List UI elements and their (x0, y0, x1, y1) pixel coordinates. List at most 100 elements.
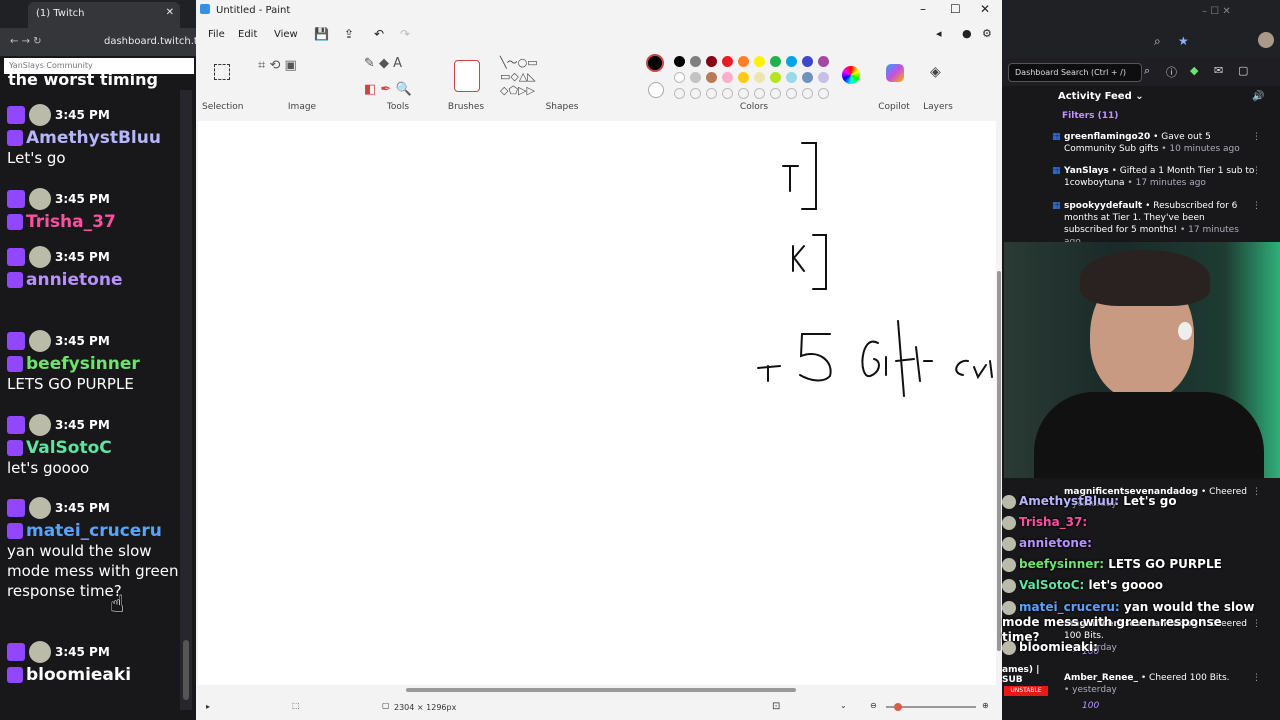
empty-color-slot[interactable] (690, 88, 701, 99)
chat-scrollbar[interactable] (180, 90, 192, 710)
pencil-icon[interactable]: ✎ ◆ A (364, 56, 402, 71)
color-swatch[interactable] (722, 72, 733, 83)
window-controls[interactable]: – ☐ ✕ (1202, 6, 1231, 17)
more-icon[interactable]: ⋮ (1252, 131, 1261, 143)
account-icon[interactable]: ● (962, 27, 972, 40)
empty-color-slot[interactable] (786, 88, 797, 99)
maximize-icon[interactable]: ☐ (950, 2, 961, 16)
copilot-icon[interactable] (886, 64, 904, 82)
activity-feed-header[interactable]: Activity Feed ⌄ 🔊 (1002, 88, 1280, 108)
eraser-icon[interactable]: ◧ ✒ 🔍 (364, 82, 412, 97)
search-icon[interactable]: ⌕ (1144, 64, 1150, 78)
color-swatch[interactable] (738, 56, 749, 67)
settings-icon[interactable]: ⚙ (982, 27, 992, 40)
empty-color-slot[interactable] (770, 88, 781, 99)
close-icon[interactable]: ✕ (980, 2, 990, 16)
color-swatch[interactable] (690, 72, 701, 83)
horizontal-scrollbar[interactable] (198, 686, 996, 694)
username-text[interactable]: AmethystBluu (26, 128, 161, 148)
back-icon[interactable]: ← (10, 36, 18, 47)
color2-swatch[interactable] (648, 82, 664, 98)
message-username[interactable]: beefysinner (7, 354, 182, 374)
message-username[interactable]: bloomieaki (7, 665, 182, 685)
color-swatch[interactable] (706, 56, 717, 67)
whispers-icon[interactable]: ▢ (1238, 64, 1248, 77)
activity-user[interactable]: Amber_Renee_ (1064, 673, 1138, 683)
menu-file[interactable]: File (208, 29, 225, 40)
empty-color-slot[interactable] (738, 88, 749, 99)
drawing-canvas[interactable] (198, 121, 996, 685)
activity-item[interactable]: ▦ greenflamingo20 • Gave out 5 Community … (1052, 131, 1261, 155)
username-text[interactable]: ValSotoC (26, 438, 112, 458)
notification-icon[interactable]: ◂ (936, 27, 942, 40)
filters-link[interactable]: Filters (11) (1062, 111, 1118, 121)
menu-view[interactable]: View (274, 29, 298, 40)
username-text[interactable]: bloomieaki (26, 665, 131, 685)
fit-icon[interactable]: ⊡ (772, 701, 780, 712)
help-icon[interactable]: ⓘ (1166, 64, 1177, 80)
empty-color-slot[interactable] (706, 88, 717, 99)
activity-item-lower[interactable]: Amber_Renee_ • Cheered 100 Bits. • yester… (1064, 672, 1261, 696)
forward-icon[interactable]: → (22, 36, 30, 47)
empty-color-slot[interactable] (802, 88, 813, 99)
color1-swatch[interactable] (646, 54, 664, 72)
color-swatch[interactable] (690, 56, 701, 67)
username-text[interactable]: Trisha_37 (26, 212, 116, 232)
undo-icon[interactable]: ↶ (374, 27, 384, 41)
color-swatch[interactable] (738, 72, 749, 83)
inbox-icon[interactable]: ✉ (1214, 64, 1223, 77)
twitch-tab[interactable]: (1) Twitch ✕ (28, 2, 180, 28)
save-icon[interactable]: 💾 (314, 27, 329, 41)
activity-user[interactable]: greenflamingo20 (1064, 132, 1150, 142)
empty-color-slot[interactable] (674, 88, 685, 99)
brush-icon[interactable] (454, 60, 480, 92)
username-text[interactable]: annietone (26, 270, 122, 290)
selection-tool-icon[interactable] (214, 64, 230, 80)
color-swatch[interactable] (818, 56, 829, 67)
color-swatch[interactable] (674, 72, 685, 83)
color-swatch[interactable] (802, 72, 813, 83)
message-username[interactable]: ValSotoC (7, 438, 182, 458)
zoom-in-icon[interactable]: ⊕ (982, 701, 989, 710)
color-swatch[interactable] (754, 72, 765, 83)
more-icon[interactable]: ⋮ (1252, 200, 1261, 212)
minimize-icon[interactable]: – (920, 2, 926, 16)
shapes-gallery-icon[interactable]: ╲〜○▭ ▭◇△◺ ◇⬠▷▷ (500, 56, 560, 98)
zoom-out-icon[interactable]: ⊖ (870, 701, 877, 710)
activity-user[interactable]: YanSlays (1064, 166, 1109, 176)
username-text[interactable]: beefysinner (26, 354, 140, 374)
empty-color-slot[interactable] (818, 88, 829, 99)
share-icon[interactable]: ⇪ (344, 27, 354, 41)
color-swatch[interactable] (802, 56, 813, 67)
profile-avatar[interactable] (1258, 32, 1274, 48)
left-address-bar[interactable]: ← → ↻ dashboard.twitch.tv/u (0, 28, 213, 56)
message-username[interactable]: AmethystBluu (7, 128, 182, 148)
activity-user[interactable]: spookyydefault (1064, 201, 1142, 211)
color-swatch[interactable] (706, 72, 717, 83)
color-swatch[interactable] (754, 56, 765, 67)
message-username[interactable]: annietone (7, 270, 182, 290)
activity-item[interactable]: ▦ spookyydefault • Resubscribed for 6 mon… (1052, 200, 1261, 248)
edit-colors-icon[interactable] (842, 66, 860, 84)
message-username[interactable]: matei_cruceru (7, 521, 182, 541)
color-swatch[interactable] (786, 56, 797, 67)
more-icon[interactable]: ⋮ (1252, 165, 1261, 177)
bookmark-star-icon[interactable]: ★ (1178, 34, 1189, 48)
bits-icon[interactable]: ◆ (1190, 64, 1198, 77)
username-text[interactable]: matei_cruceru (26, 521, 162, 541)
layers-icon[interactable]: ◈ (930, 64, 941, 80)
zoom-slider[interactable] (886, 703, 976, 711)
empty-color-slot[interactable] (722, 88, 733, 99)
activity-item[interactable]: ▦ YanSlays • Gifted a 1 Month Tier 1 sub … (1052, 165, 1261, 189)
color-swatch[interactable] (722, 56, 733, 67)
menu-edit[interactable]: Edit (238, 29, 257, 40)
dashboard-search-input[interactable]: Dashboard Search (Ctrl + /) (1008, 63, 1142, 82)
reload-icon[interactable]: ↻ (33, 36, 41, 47)
tab-close-icon[interactable]: ✕ (166, 7, 174, 18)
color-swatch[interactable] (818, 72, 829, 83)
crop-icon[interactable]: ⌗ ⟲ ▣ (258, 58, 297, 73)
color-swatch[interactable] (770, 72, 781, 83)
zoom-dropdown-icon[interactable]: ⌄ (840, 701, 847, 710)
empty-color-slot[interactable] (754, 88, 765, 99)
color-swatch[interactable] (786, 72, 797, 83)
